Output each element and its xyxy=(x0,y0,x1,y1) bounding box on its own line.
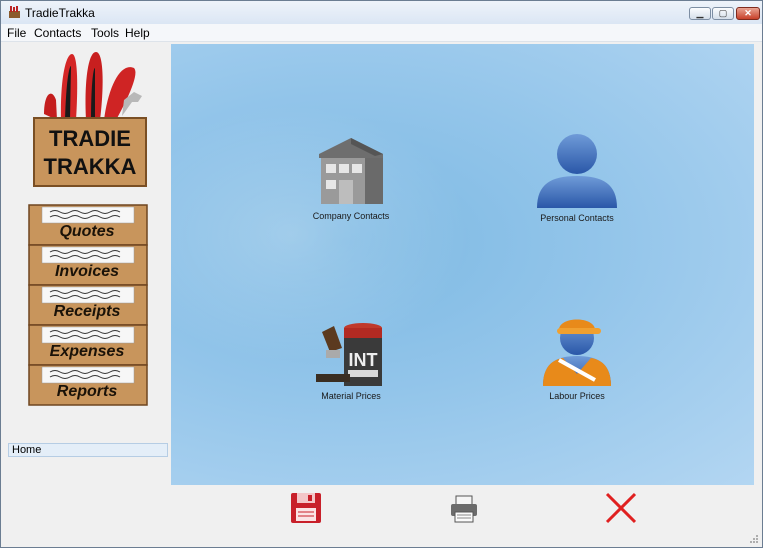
menu-tools[interactable]: Tools xyxy=(91,26,119,40)
drawer-label-quotes: Quotes xyxy=(59,223,115,240)
drawer-label-invoices: Invoices xyxy=(54,263,120,280)
drawer-label-expenses: Expenses xyxy=(49,343,125,360)
drawer-quotes[interactable]: Quotes xyxy=(28,203,148,246)
tile-labour-prices[interactable]: Labour Prices xyxy=(507,308,647,401)
app-window: TradieTrakka ▁ ▢ ✕ File Contacts Tools H… xyxy=(0,0,763,548)
menu-bar: File Contacts Tools Help xyxy=(1,24,762,42)
logo-line2: TRAKKA xyxy=(44,154,137,179)
company-contacts-label: Company Contacts xyxy=(312,211,390,221)
drawer-receipts[interactable]: Receipts xyxy=(28,283,148,326)
tradie-trakka-logo: TRADIE TRAKKA xyxy=(33,52,147,187)
material-prices-label: Material Prices xyxy=(321,391,381,401)
person-icon xyxy=(537,134,617,208)
drawer-reports[interactable]: Reports xyxy=(28,363,148,406)
minimize-button[interactable]: ▁ xyxy=(689,7,711,20)
close-window-button[interactable]: ✕ xyxy=(736,7,760,20)
main-panel: Company Contacts Personal Contacts INT M… xyxy=(171,44,756,485)
print-icon xyxy=(451,495,477,523)
personal-contacts-label: Personal Contacts xyxy=(540,213,614,223)
app-icon xyxy=(9,6,20,18)
labour-prices-label: Labour Prices xyxy=(549,391,605,401)
menu-help[interactable]: Help xyxy=(125,26,150,40)
tile-company-contacts[interactable]: Company Contacts xyxy=(281,136,421,221)
building-icon xyxy=(319,138,383,204)
save-icon xyxy=(291,493,321,523)
svg-text:INT: INT xyxy=(349,350,378,370)
worker-icon xyxy=(543,319,611,386)
title-bar[interactable]: TradieTrakka ▁ ▢ ✕ xyxy=(1,1,762,25)
tile-material-prices[interactable]: INT Material Prices xyxy=(281,322,421,401)
drawer-label-receipts: Receipts xyxy=(53,303,121,320)
drawer-cabinet: Quotes Invoices Receipts Expenses Report… xyxy=(28,203,148,425)
drawer-invoices[interactable]: Invoices xyxy=(28,243,148,286)
print-button[interactable] xyxy=(446,490,482,526)
window-title: TradieTrakka xyxy=(25,6,95,20)
close-icon xyxy=(605,492,637,524)
logo-line1: TRADIE xyxy=(49,126,131,151)
breadcrumb: Home xyxy=(8,443,168,457)
drawer-expenses[interactable]: Expenses xyxy=(28,323,148,366)
drawer-label-reports: Reports xyxy=(56,383,118,400)
menu-contacts[interactable]: Contacts xyxy=(34,26,81,40)
paint-tin-icon: INT xyxy=(316,323,382,386)
menu-file[interactable]: File xyxy=(7,26,26,40)
maximize-button[interactable]: ▢ xyxy=(712,7,734,20)
close-button[interactable] xyxy=(603,490,639,526)
bottom-toolbar xyxy=(171,485,756,533)
vertical-scrollbar[interactable] xyxy=(754,44,761,485)
tile-personal-contacts[interactable]: Personal Contacts xyxy=(507,132,647,223)
resize-grip-icon[interactable] xyxy=(749,534,759,544)
save-button[interactable] xyxy=(288,490,324,526)
sidebar: TRADIE TRAKKA Quotes Invoices Receipts E… xyxy=(8,43,169,484)
